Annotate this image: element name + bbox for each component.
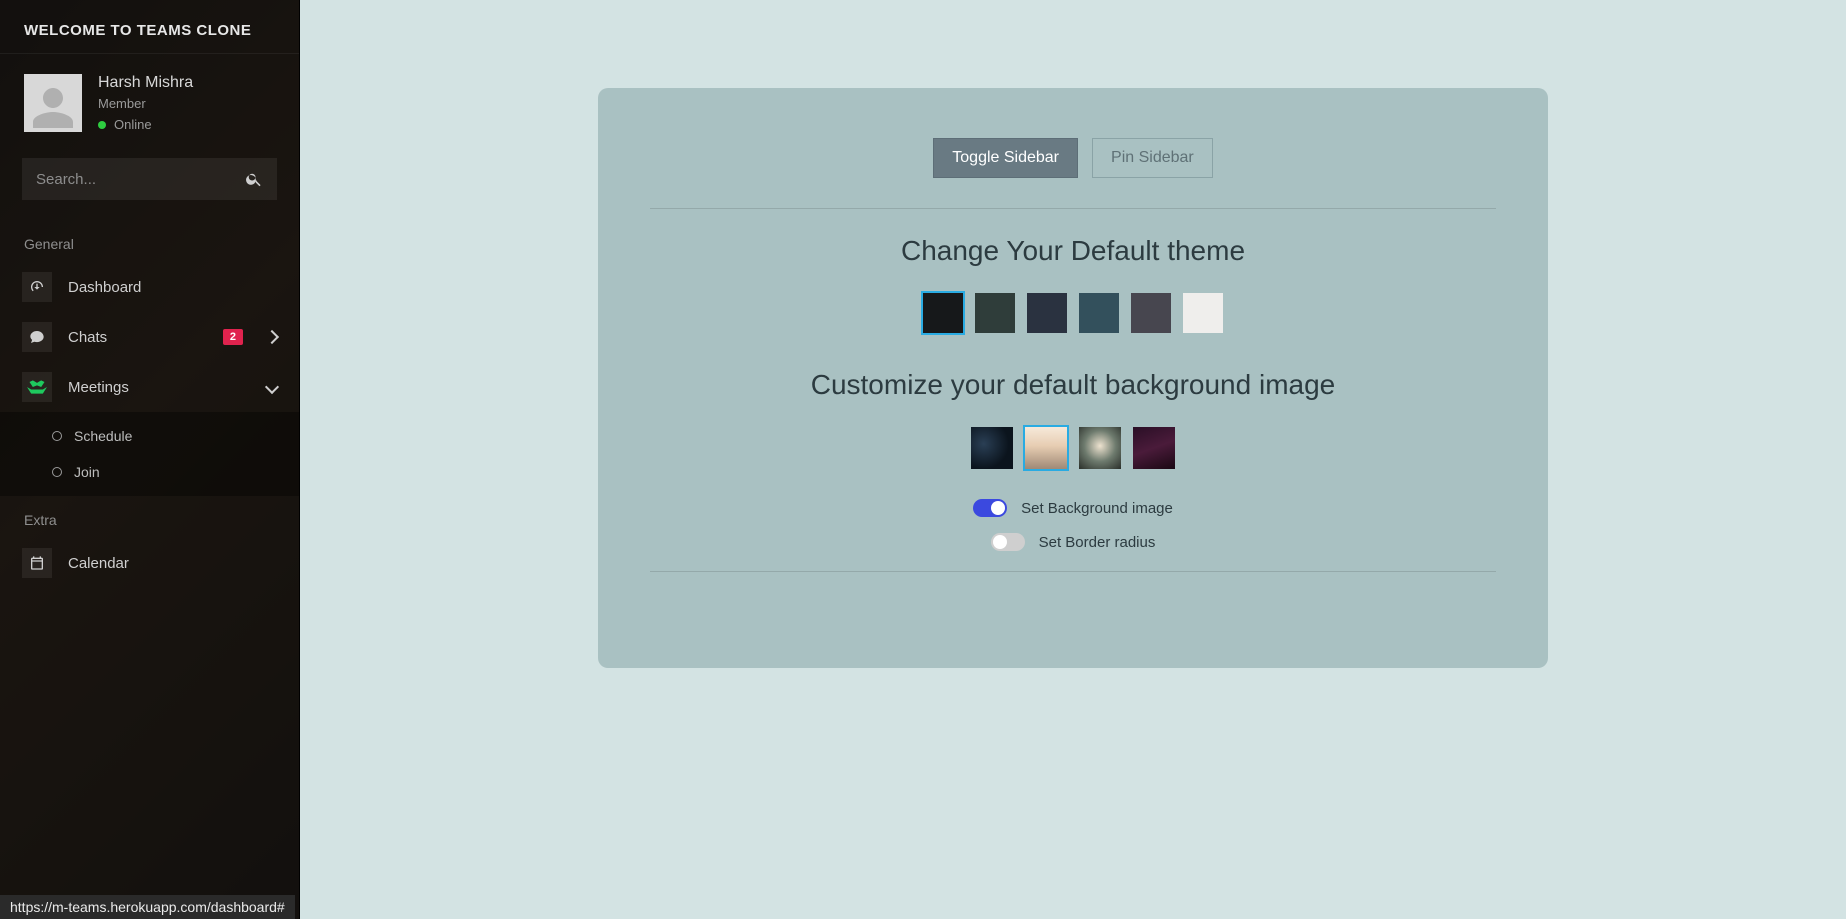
gauge-icon [29, 279, 45, 295]
nav-calendar-label: Calendar [68, 555, 277, 572]
chevron-down-icon [265, 380, 279, 394]
subnav-schedule[interactable]: Schedule [0, 418, 299, 454]
toggle-border-radius-row: Set Border radius [991, 533, 1156, 551]
chevron-right-icon [265, 330, 279, 344]
theme-swatch-3[interactable] [1079, 293, 1119, 333]
nav-chats[interactable]: Chats 2 [0, 312, 299, 362]
bullet-icon [52, 467, 62, 477]
toggle-border-radius-label: Set Border radius [1039, 534, 1156, 551]
theme-heading: Change Your Default theme [650, 235, 1496, 267]
nav-calendar[interactable]: Calendar [0, 538, 299, 588]
bg-heading: Customize your default background image [650, 369, 1496, 401]
sidebar: WELCOME TO TEAMS CLONE Harsh Mishra Memb… [0, 0, 300, 919]
chat-icon [29, 329, 45, 345]
avatar[interactable] [24, 74, 82, 132]
profile-name: Harsh Mishra [98, 74, 193, 92]
toggles-group: Set Background image Set Border radius [650, 499, 1496, 551]
background-thumb-2[interactable] [1079, 427, 1121, 469]
app-title: WELCOME TO TEAMS CLONE [0, 0, 299, 53]
profile-block: Harsh Mishra Member Online [0, 60, 299, 150]
profile-role: Member [98, 96, 193, 111]
search-box[interactable] [22, 158, 277, 200]
background-thumbnails [650, 427, 1496, 469]
user-icon [29, 84, 77, 132]
theme-swatch-1[interactable] [975, 293, 1015, 333]
toggle-set-bg-row: Set Background image [973, 499, 1173, 517]
theme-swatch-5[interactable] [1183, 293, 1223, 333]
status-dot-icon [98, 121, 106, 129]
subnav-schedule-label: Schedule [74, 428, 132, 444]
status-bar-url: https://m-teams.herokuapp.com/dashboard# [0, 895, 295, 919]
theme-swatch-0[interactable] [923, 293, 963, 333]
divider [0, 53, 299, 54]
main-area: Toggle Sidebar Pin Sidebar Change Your D… [300, 0, 1846, 919]
profile-status-text: Online [114, 117, 152, 132]
section-extra-label: Extra [0, 496, 299, 538]
divider [650, 571, 1496, 572]
nav-dashboard[interactable]: Dashboard [0, 262, 299, 312]
theme-swatch-2[interactable] [1027, 293, 1067, 333]
toggle-set-bg-label: Set Background image [1021, 500, 1173, 517]
toggle-border-radius[interactable] [991, 533, 1025, 551]
pin-sidebar-button[interactable]: Pin Sidebar [1092, 138, 1213, 178]
background-thumb-0[interactable] [971, 427, 1013, 469]
theme-swatches [650, 293, 1496, 333]
toggle-sidebar-button[interactable]: Toggle Sidebar [933, 138, 1078, 178]
theme-settings-card: Toggle Sidebar Pin Sidebar Change Your D… [598, 88, 1548, 668]
section-general-label: General [0, 220, 299, 262]
profile-status: Online [98, 117, 193, 132]
theme-swatch-4[interactable] [1131, 293, 1171, 333]
chats-badge: 2 [223, 329, 243, 345]
search-input[interactable] [36, 171, 218, 188]
background-thumb-3[interactable] [1133, 427, 1175, 469]
sidebar-toggle-buttons: Toggle Sidebar Pin Sidebar [650, 138, 1496, 178]
subnav-join-label: Join [74, 464, 100, 480]
calendar-icon [29, 555, 45, 571]
handshake-icon [27, 380, 47, 394]
divider [650, 208, 1496, 209]
nav-meetings[interactable]: Meetings [0, 362, 299, 412]
background-thumb-1[interactable] [1025, 427, 1067, 469]
meetings-submenu: Schedule Join [0, 412, 299, 496]
bullet-icon [52, 431, 62, 441]
search-icon[interactable] [245, 170, 263, 188]
nav-dashboard-label: Dashboard [68, 279, 277, 296]
toggle-set-bg[interactable] [973, 499, 1007, 517]
nav-meetings-label: Meetings [68, 379, 251, 396]
profile-info: Harsh Mishra Member Online [98, 74, 193, 132]
subnav-join[interactable]: Join [0, 454, 299, 490]
nav-chats-label: Chats [68, 329, 207, 346]
